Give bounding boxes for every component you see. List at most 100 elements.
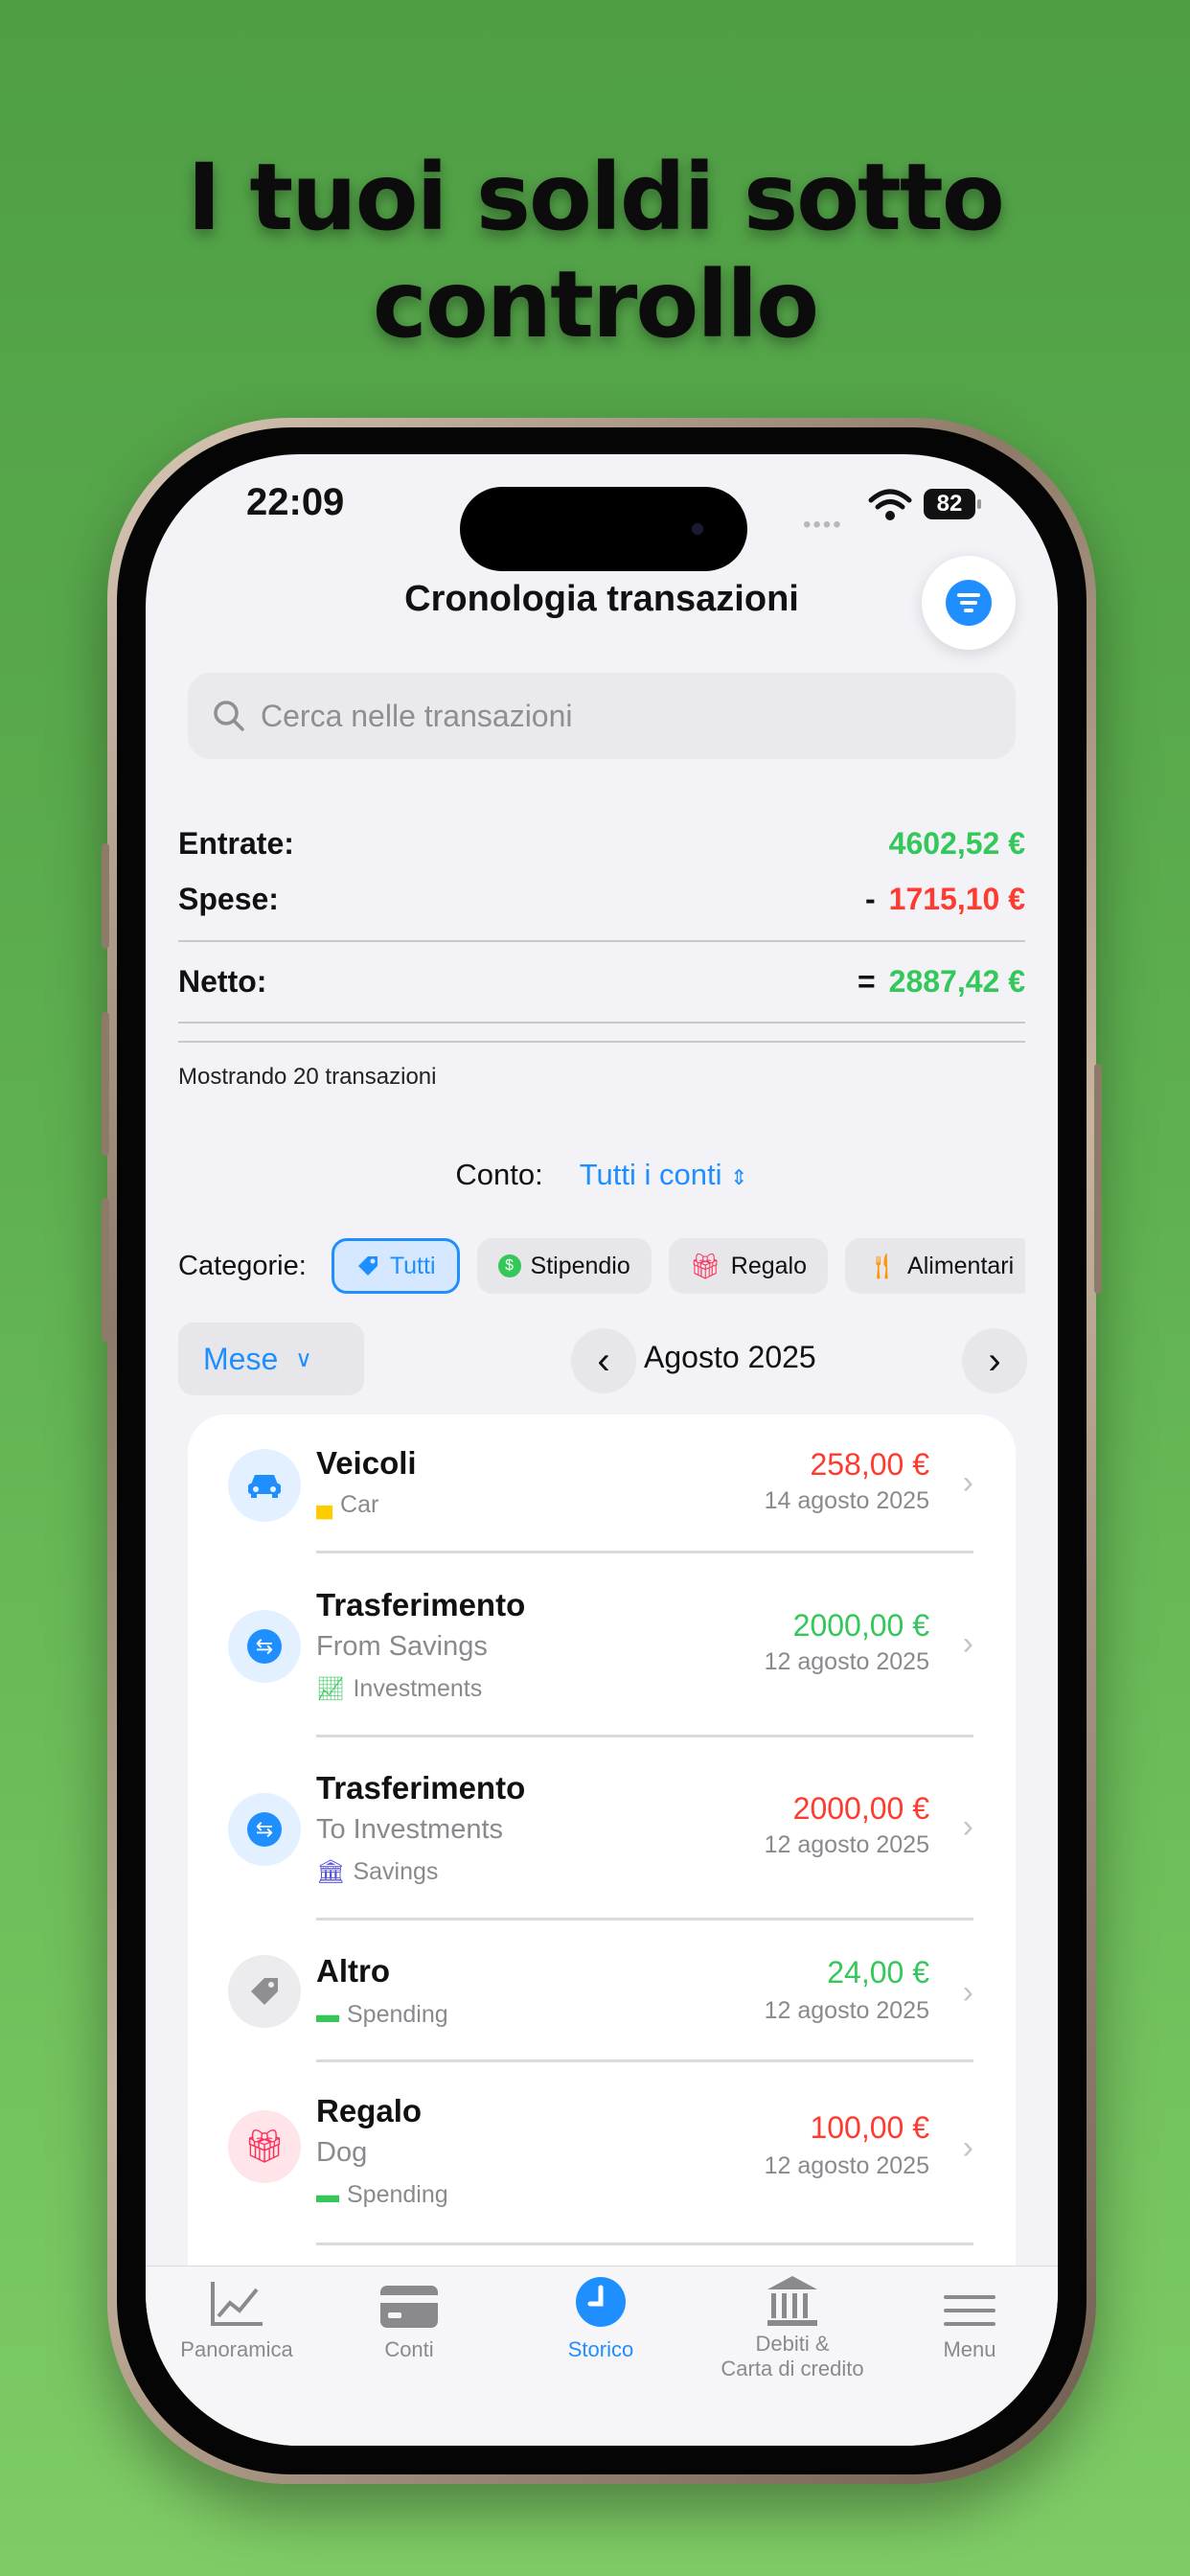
account-picker-value: Tutti i conti <box>579 1158 722 1191</box>
net-divider-2 <box>178 1041 1025 1043</box>
tab-menu[interactable]: Menu <box>912 2266 1027 2362</box>
car-icon <box>228 1449 301 1522</box>
category-filter: Categorie: Tutti $ Stipendio 🎁︎ Regalo 🍴… <box>178 1236 1025 1296</box>
account-label: Conto: <box>455 1158 543 1191</box>
gift-icon: 🎁︎ <box>228 2110 301 2183</box>
transfer-icon: ⇆ <box>228 1793 301 1866</box>
income-row: Entrate: 4602,52 € <box>178 826 1025 862</box>
chevron-right-icon: › <box>962 1625 973 1662</box>
tab-label: Conti <box>384 2337 434 2361</box>
chevron-down-icon: ∨ <box>295 1346 312 1372</box>
account-name: Car <box>340 1491 379 1518</box>
app-screen: 22:09 •••• 82 Cronologia transazioni Cer… <box>146 454 1058 2446</box>
wifi-icon <box>868 489 912 520</box>
next-month-button[interactable]: › <box>962 1328 1027 1393</box>
account-name: Spending <box>347 2181 448 2208</box>
phone-power-button <box>1094 1064 1102 1294</box>
chip-groceries[interactable]: 🍴︎ Alimentari <box>845 1238 1025 1294</box>
transaction-row[interactable]: Veicoli ▄ Car 258,00 € 14 agosto 2025 › <box>188 1414 1016 1554</box>
transaction-amount: 258,00 € <box>810 1447 929 1482</box>
chip-label: Alimentari <box>907 1252 1015 1279</box>
transaction-date: 12 agosto 2025 <box>764 2152 929 2179</box>
period-mode-button[interactable]: Mese ∨ <box>178 1322 364 1395</box>
expense-sign: - <box>864 882 876 916</box>
status-time: 22:09 <box>246 481 345 523</box>
chart-icon: 📈︎ <box>316 1676 346 1702</box>
transaction-subtitle: To Investments <box>316 1814 504 1845</box>
period-mode-label: Mese <box>203 1341 279 1376</box>
transaction-title: Trasferimento <box>316 1770 526 1806</box>
dynamic-island <box>460 487 747 571</box>
transaction-title: Regalo <box>316 2093 423 2128</box>
chip-salary[interactable]: $ Stipendio <box>476 1238 652 1294</box>
clock-icon <box>529 2266 673 2328</box>
net-value: 2887,42 € <box>888 964 1025 999</box>
filter-button[interactable] <box>922 556 1016 650</box>
chip-label: Stipendio <box>530 1252 630 1279</box>
tab-label: Menu <box>943 2337 996 2361</box>
signal-icon: •••• <box>803 512 843 538</box>
net-sign: = <box>857 964 876 999</box>
transaction-title: Veicoli <box>316 1445 417 1481</box>
chevron-right-icon: › <box>962 1974 973 2011</box>
phone-volume-up <box>102 1012 109 1156</box>
filter-icon <box>946 580 992 626</box>
chip-gift[interactable]: 🎁︎ Regalo <box>668 1238 829 1294</box>
transaction-subtitle: Dog <box>316 2137 368 2168</box>
transaction-title: Altro <box>316 1953 390 1989</box>
expense-row: Spese: -1715,10 € <box>178 882 1025 917</box>
search-icon <box>214 701 244 731</box>
card-icon <box>347 2266 471 2328</box>
transaction-row[interactable]: ⇆ Trasferimento To Investments 🏛︎ Savings… <box>188 1737 1016 1920</box>
tab-accounts[interactable]: Conti <box>347 2266 471 2362</box>
search-placeholder: Cerca nelle transazioni <box>261 698 573 733</box>
transaction-subtitle: From Savings <box>316 1631 488 1662</box>
marketing-headline: I tuoi soldi sotto controllo <box>187 144 1005 358</box>
tab-label: Panoramica <box>180 2337 293 2361</box>
income-value: 4602,52 € <box>888 826 1025 861</box>
account-name: Spending <box>347 2001 448 2028</box>
expense-label: Spese: <box>178 882 279 916</box>
account-name: Investments <box>353 1675 483 1702</box>
transaction-date: 12 agosto 2025 <box>764 1648 929 1675</box>
chevron-updown-icon: ⇕ <box>730 1165 748 1189</box>
menu-icon <box>912 2266 1027 2328</box>
tag-icon <box>357 1256 378 1276</box>
income-label: Entrate: <box>178 826 294 861</box>
chevron-right-icon: › <box>962 1464 973 1501</box>
transaction-date: 12 agosto 2025 <box>764 1997 929 2024</box>
tab-history[interactable]: Storico <box>529 2266 673 2362</box>
chip-all[interactable]: Tutti <box>331 1238 460 1294</box>
fork-knife-icon: 🍴︎ <box>866 1251 899 1280</box>
transaction-amount: 100,00 € <box>810 2110 929 2145</box>
account-picker[interactable]: Tutti i conti ⇕ <box>580 1158 748 1191</box>
phone-action-button <box>102 843 109 949</box>
phone-volume-down <box>102 1198 109 1342</box>
tab-debts[interactable]: Debiti & Carta di credito <box>692 2266 893 2381</box>
tab-overview[interactable]: Panoramica <box>165 2266 309 2362</box>
transaction-row[interactable]: ⇆ Trasferimento From Savings 📈︎ Investmen… <box>188 1554 1016 1737</box>
transaction-row[interactable]: 🎁︎ Regalo Dog ▬ Spending 100,00 € 12 agos… <box>188 2062 1016 2245</box>
previous-month-button[interactable]: ‹ <box>571 1328 636 1393</box>
month-label: Agosto 2025 <box>644 1340 816 1374</box>
transaction-title: Trasferimento <box>316 1587 526 1622</box>
transaction-account: 📈︎ Investments <box>316 1675 482 1703</box>
search-input[interactable]: Cerca nelle transazioni <box>188 673 1016 759</box>
transaction-amount: 2000,00 € <box>792 1791 929 1826</box>
net-label: Netto: <box>178 964 267 999</box>
row-divider <box>316 1551 973 1553</box>
chip-label: Regalo <box>730 1252 808 1279</box>
gift-icon: 🎁︎ <box>689 1251 721 1280</box>
categories-label: Categorie: <box>178 1250 307 1281</box>
expense-value: 1715,10 € <box>888 882 1025 916</box>
transaction-amount: 24,00 € <box>827 1955 929 1990</box>
transaction-account: ▬ Spending <box>316 2001 448 2029</box>
chevron-right-icon: › <box>988 1339 1001 1382</box>
transaction-amount: 2000,00 € <box>792 1608 929 1643</box>
chevron-right-icon: › <box>962 1808 973 1845</box>
transaction-row[interactable]: Altro ▬ Spending 24,00 € 12 agosto 2025 › <box>188 1920 1016 2062</box>
tag-icon <box>228 1955 301 2028</box>
car-icon: ▄ <box>316 1491 333 1518</box>
chevron-left-icon: ‹ <box>597 1339 610 1382</box>
transaction-account: ▬ Spending <box>316 2181 448 2209</box>
